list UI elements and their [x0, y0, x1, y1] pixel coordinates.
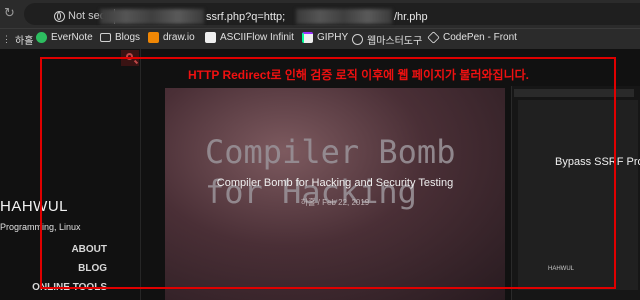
evernote-icon: [36, 32, 47, 43]
globe-icon: [54, 10, 65, 22]
redacted-url-segment: [100, 9, 204, 24]
bookmark-hahwul[interactable]: ⋮ 하홀: [2, 32, 33, 47]
bookmarks-bar: ⋮ 하홀 EverNote Blogs draw.io ASCIIFlow In…: [0, 28, 640, 49]
browser-omnibar: ↻ Not secure ssrf.php?q=http; /hr.php: [0, 0, 640, 28]
asciiflow-icon: [205, 32, 216, 43]
apps-icon: ⋮: [2, 34, 11, 44]
bookmark-blogs[interactable]: Blogs: [100, 32, 140, 43]
drawio-icon: [148, 32, 159, 43]
bookmark-evernote[interactable]: EverNote: [36, 32, 93, 43]
reload-icon[interactable]: ↻: [4, 6, 15, 21]
bookmark-asciiflow[interactable]: ASCIIFlow Infinit: [205, 32, 294, 43]
bookmark-webmaster[interactable]: 웹마스터도구: [352, 32, 422, 47]
codepen-icon: [427, 31, 440, 44]
url-text-part-2: /hr.php: [394, 11, 428, 23]
bookmark-drawio[interactable]: draw.io: [148, 32, 195, 43]
giphy-icon: [302, 32, 313, 43]
address-bar[interactable]: Not secure ssrf.php?q=http; /hr.php: [24, 3, 640, 25]
annotation-text: HTTP Redirect로 인해 검증 로직 이후에 웹 페이지가 불러와집니…: [188, 68, 529, 82]
bookmark-codepen[interactable]: CodePen - Front: [427, 31, 517, 44]
annotation-highlight-box: [40, 57, 616, 289]
folder-icon: [100, 33, 111, 42]
bookmark-giphy[interactable]: GIPHY: [302, 32, 348, 43]
redacted-url-segment: [296, 9, 392, 24]
globe-icon: [352, 34, 363, 45]
url-text-part-1: ssrf.php?q=http;: [206, 11, 286, 23]
